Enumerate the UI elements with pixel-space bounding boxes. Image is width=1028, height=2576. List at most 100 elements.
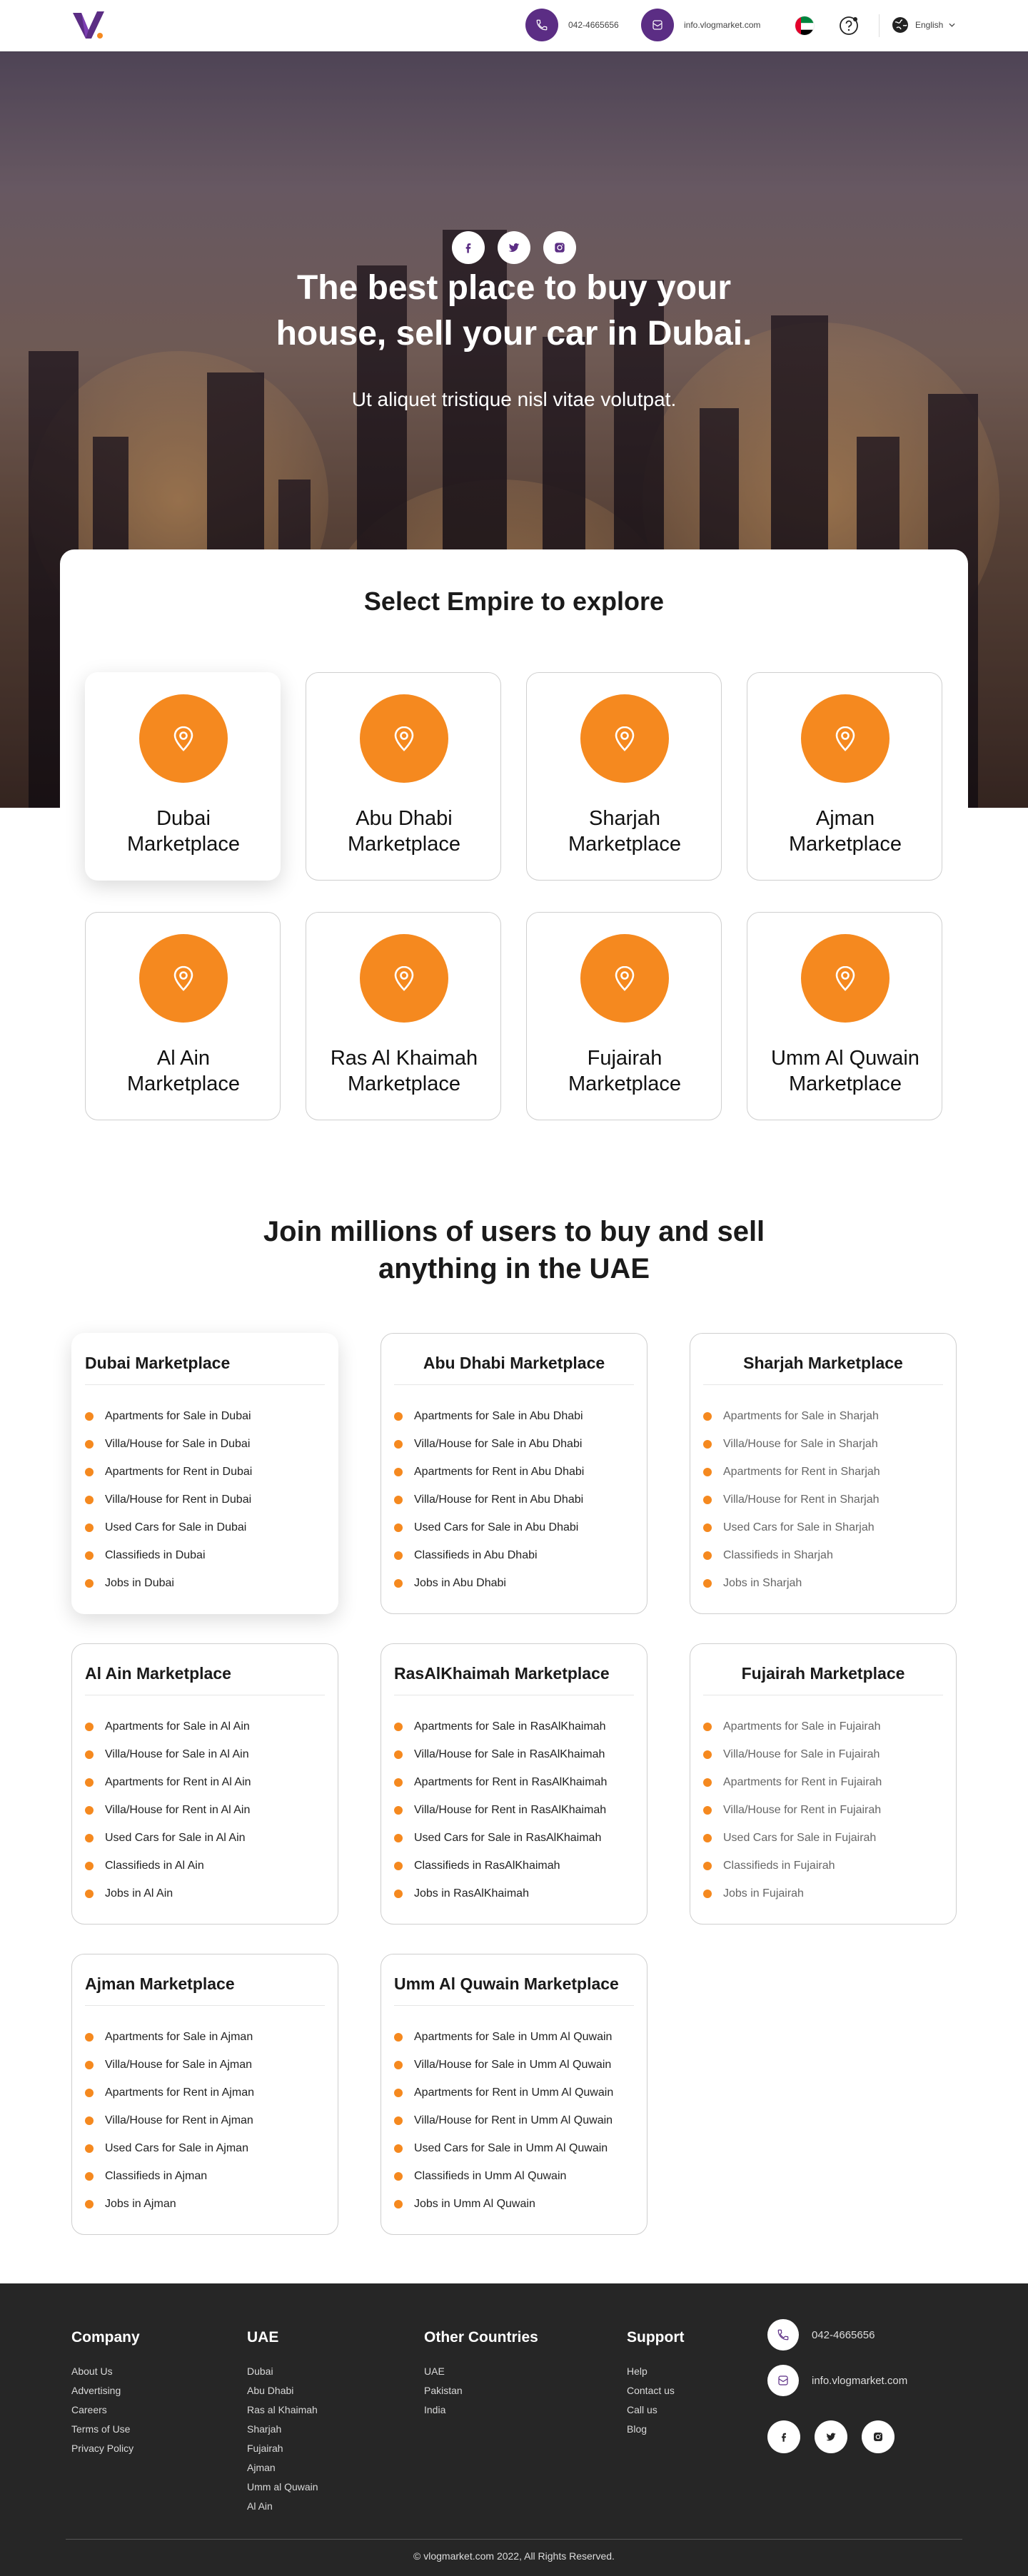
marketplace-link[interactable]: Classifieds in Fujairah	[703, 1852, 882, 1880]
marketplace-link[interactable]: Apartments for Rent in Sharjah	[703, 1458, 880, 1486]
footer-link-india[interactable]: India	[424, 2400, 538, 2420]
marketplace-link[interactable]: Apartments for Rent in Ajman	[85, 2079, 254, 2106]
footer-link-dubai[interactable]: Dubai	[247, 2362, 318, 2381]
empire-card-dubai[interactable]: Dubai Marketplace	[85, 672, 281, 881]
marketplace-link[interactable]: Apartments for Rent in RasAlKhaimah	[394, 1768, 607, 1796]
marketplace-link[interactable]: Classifieds in Al Ain	[85, 1852, 251, 1880]
marketplace-link[interactable]: Villa/House for Sale in Fujairah	[703, 1740, 882, 1768]
footer-link-advertising[interactable]: Advertising	[71, 2381, 140, 2400]
marketplace-link[interactable]: Jobs in Ajman	[85, 2190, 254, 2218]
marketplace-link[interactable]: Jobs in Umm Al Quwain	[394, 2190, 613, 2218]
marketplace-link[interactable]: Jobs in RasAlKhaimah	[394, 1880, 607, 1907]
marketplace-link[interactable]: Apartments for Sale in Abu Dhabi	[394, 1402, 584, 1430]
footer-link-al-ain[interactable]: Al Ain	[247, 2497, 318, 2516]
footer-link-fujairah[interactable]: Fujairah	[247, 2439, 318, 2458]
marketplace-link[interactable]: Apartments for Rent in Dubai	[85, 1458, 252, 1486]
marketplace-link[interactable]: Jobs in Al Ain	[85, 1880, 251, 1907]
instagram-icon[interactable]	[862, 2420, 895, 2453]
marketplace-link[interactable]: Used Cars for Sale in Umm Al Quwain	[394, 2134, 613, 2162]
marketplace-link[interactable]: Apartments for Rent in Abu Dhabi	[394, 1458, 584, 1486]
marketplace-link[interactable]: Villa/House for Rent in Abu Dhabi	[394, 1486, 584, 1513]
empire-card-fujairah[interactable]: Fujairah Marketplace	[526, 912, 722, 1120]
marketplace-link[interactable]: Jobs in Abu Dhabi	[394, 1569, 584, 1597]
footer-link-sharjah[interactable]: Sharjah	[247, 2420, 318, 2439]
empire-card-sharjah[interactable]: Sharjah Marketplace	[526, 672, 722, 881]
footer-link-help[interactable]: Help	[627, 2362, 684, 2381]
marketplace-link[interactable]: Apartments for Sale in Ajman	[85, 2023, 254, 2051]
marketplace-link[interactable]: Classifieds in Ajman	[85, 2162, 254, 2190]
marketplace-link[interactable]: Apartments for Sale in Dubai	[85, 1402, 252, 1430]
marketplace-link[interactable]: Villa/House for Rent in Fujairah	[703, 1796, 882, 1824]
footer-link-blog[interactable]: Blog	[627, 2420, 684, 2439]
footer-link-contact-us[interactable]: Contact us	[627, 2381, 684, 2400]
marketplace-link[interactable]: Classifieds in RasAlKhaimah	[394, 1852, 607, 1880]
marketplace-link[interactable]: Villa/House for Rent in Sharjah	[703, 1486, 880, 1513]
marketplace-link[interactable]: Villa/House for Rent in Umm Al Quwain	[394, 2106, 613, 2134]
empire-card-umm-al-quwain[interactable]: Umm Al Quwain Marketplace	[747, 912, 942, 1120]
marketplace-link[interactable]: Villa/House for Rent in RasAlKhaimah	[394, 1796, 607, 1824]
footer-link-ajman[interactable]: Ajman	[247, 2458, 318, 2478]
marketplace-link[interactable]: Villa/House for Sale in Dubai	[85, 1430, 252, 1458]
marketplace-link[interactable]: Classifieds in Dubai	[85, 1541, 252, 1569]
marketplace-link[interactable]: Apartments for Sale in Al Ain	[85, 1713, 251, 1740]
marketplace-link[interactable]: Apartments for Sale in Sharjah	[703, 1402, 880, 1430]
marketplace-link[interactable]: Jobs in Dubai	[85, 1569, 252, 1597]
marketplace-link[interactable]: Apartments for Rent in Al Ain	[85, 1768, 251, 1796]
empire-card-abu-dhabi[interactable]: Abu Dhabi Marketplace	[306, 672, 501, 881]
marketplace-link[interactable]: Used Cars for Sale in Abu Dhabi	[394, 1513, 584, 1541]
twitter-icon[interactable]	[498, 231, 530, 264]
vlogmarket-logo[interactable]	[71, 9, 107, 41]
marketplace-link[interactable]: Villa/House for Rent in Ajman	[85, 2106, 254, 2134]
marketplace-link[interactable]: Villa/House for Sale in Abu Dhabi	[394, 1430, 584, 1458]
marketplace-link[interactable]: Villa/House for Sale in Al Ain	[85, 1740, 251, 1768]
footer-link-call-us[interactable]: Call us	[627, 2400, 684, 2420]
bullet-dot-icon	[703, 1523, 712, 1532]
marketplace-link[interactable]: Apartments for Rent in Fujairah	[703, 1768, 882, 1796]
twitter-icon[interactable]	[815, 2420, 847, 2453]
marketplace-link[interactable]: Villa/House for Rent in Dubai	[85, 1486, 252, 1513]
footer-email[interactable]: info.vlogmarket.com	[767, 2365, 907, 2396]
marketplace-link[interactable]: Apartments for Sale in Fujairah	[703, 1713, 882, 1740]
help-question-icon[interactable]	[839, 16, 859, 36]
facebook-icon[interactable]	[767, 2420, 800, 2453]
footer-link-uae[interactable]: UAE	[424, 2362, 538, 2381]
marketplace-link[interactable]: Classifieds in Umm Al Quwain	[394, 2162, 613, 2190]
marketplace-link[interactable]: Villa/House for Sale in RasAlKhaimah	[394, 1740, 607, 1768]
bullet-dot-icon	[394, 1495, 403, 1504]
marketplace-link[interactable]: Used Cars for Sale in Sharjah	[703, 1513, 880, 1541]
footer-link-ras-al-khaimah[interactable]: Ras al Khaimah	[247, 2400, 318, 2420]
marketplace-link[interactable]: Villa/House for Sale in Sharjah	[703, 1430, 880, 1458]
marketplace-link[interactable]: Villa/House for Rent in Al Ain	[85, 1796, 251, 1824]
empire-card-ras-al-khaimah[interactable]: Ras Al Khaimah Marketplace	[306, 912, 501, 1120]
facebook-icon[interactable]	[452, 231, 485, 264]
marketplace-link[interactable]: Villa/House for Sale in Ajman	[85, 2051, 254, 2079]
marketplace-link[interactable]: Villa/House for Sale in Umm Al Quwain	[394, 2051, 613, 2079]
marketplace-link[interactable]: Apartments for Rent in Umm Al Quwain	[394, 2079, 613, 2106]
footer-link-abu-dhabi[interactable]: Abu Dhabi	[247, 2381, 318, 2400]
marketplace-link[interactable]: Jobs in Fujairah	[703, 1880, 882, 1907]
header-email[interactable]: info.vlogmarket.com	[641, 9, 760, 41]
marketplace-link[interactable]: Used Cars for Sale in Al Ain	[85, 1824, 251, 1852]
marketplace-link[interactable]: Apartments for Sale in Umm Al Quwain	[394, 2023, 613, 2051]
empire-card-al-ain[interactable]: Al Ain Marketplace	[85, 912, 281, 1120]
uae-flag-icon[interactable]	[795, 16, 815, 36]
footer-link-careers[interactable]: Careers	[71, 2400, 140, 2420]
marketplace-link[interactable]: Used Cars for Sale in RasAlKhaimah	[394, 1824, 607, 1852]
marketplace-link[interactable]: Used Cars for Sale in Fujairah	[703, 1824, 882, 1852]
marketplace-link[interactable]: Classifieds in Abu Dhabi	[394, 1541, 584, 1569]
marketplace-link[interactable]: Classifieds in Sharjah	[703, 1541, 880, 1569]
footer-link-terms[interactable]: Terms of Use	[71, 2420, 140, 2439]
language-selector[interactable]: English	[891, 16, 955, 34]
footer-link-pakistan[interactable]: Pakistan	[424, 2381, 538, 2400]
marketplace-link[interactable]: Used Cars for Sale in Dubai	[85, 1513, 252, 1541]
empire-card-ajman[interactable]: Ajman Marketplace	[747, 672, 942, 881]
marketplace-link[interactable]: Used Cars for Sale in Ajman	[85, 2134, 254, 2162]
footer-link-umm-al-quwain[interactable]: Umm al Quwain	[247, 2478, 318, 2497]
footer-link-about-us[interactable]: About Us	[71, 2362, 140, 2381]
marketplace-link[interactable]: Jobs in Sharjah	[703, 1569, 880, 1597]
header-phone[interactable]: 042-4665656	[525, 9, 619, 41]
marketplace-link[interactable]: Apartments for Sale in RasAlKhaimah	[394, 1713, 607, 1740]
instagram-icon[interactable]	[543, 231, 576, 264]
footer-link-privacy[interactable]: Privacy Policy	[71, 2439, 140, 2458]
footer-phone[interactable]: 042-4665656	[767, 2319, 875, 2351]
